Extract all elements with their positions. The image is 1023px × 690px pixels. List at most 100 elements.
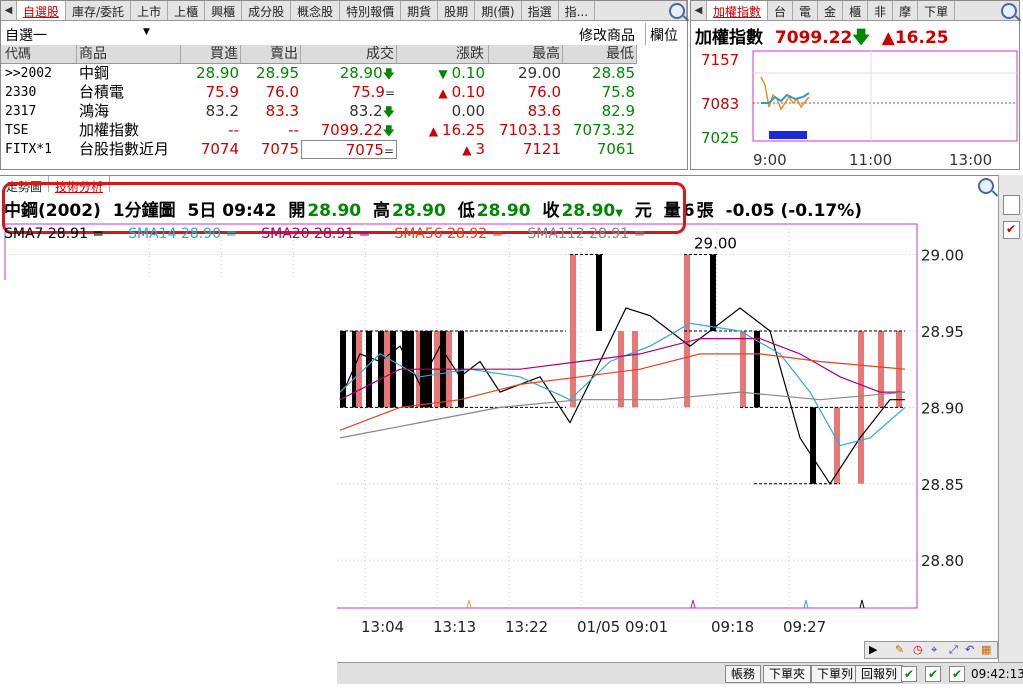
sma-label: SMA7 28.91 = [4,226,105,242]
tab-prev-button[interactable]: ◀ [1,1,17,20]
x-tick-label: 13:13 [433,618,476,636]
header-last[interactable]: 成交 [301,45,397,63]
candle-bar [618,330,624,408]
order-bar-button[interactable]: 下單列 [811,665,860,683]
row-name: 中鋼 [79,64,110,82]
row-change: ▼ 0.10 [397,64,489,83]
candle-bar [878,330,884,408]
header-code[interactable]: 代碼 [1,45,77,63]
checkbox-icon[interactable]: ✔ [901,666,917,682]
report-bar-button[interactable]: 回報列 [855,665,904,683]
row-name: 台股指數近月 [79,140,170,158]
quote-row[interactable]: 2317 鴻海 83.2 83.3 83.2🡇 0.00 83.6 82.9 [1,102,637,121]
row-last: 75.9= [301,83,397,102]
quote-row[interactable]: FITX*1 台股指數近月 7074 7075 7075= ▲ 3 7121 7061 [1,140,637,159]
header-high[interactable]: 最高 [489,45,563,63]
draw-tool-icon[interactable]: ✎ [895,643,904,656]
row-name: 台積電 [79,83,125,101]
row-ask: 28.95 [256,64,299,82]
row-bid: -- [228,121,239,139]
columns-button[interactable]: 欄位 [645,23,678,45]
index-tab[interactable]: 摩 [893,1,919,20]
quote-tab[interactable]: 股期 [438,1,476,20]
row-last-value: 83.2 [349,102,383,120]
quote-tabs: 自選股 庫存/委託 上市 上櫃 興櫃 成分股 概念股 特別報價 期貨 股期 期(價) 指選 指... [17,1,596,20]
flat-icon: = [384,86,395,100]
row-high: 7121 [522,140,561,158]
order-folder-button[interactable]: 下單夾 [763,665,812,683]
arrow-down-icon: 🡇 [852,28,870,48]
header-change[interactable]: 漲跌 [397,45,489,63]
row-last: 28.90🡇 [301,64,397,83]
row-low: 7061 [596,140,635,158]
header-ask[interactable]: 賣出 [241,45,301,63]
index-xtick: 11:00 [849,151,892,169]
zoom-icon[interactable] [1001,3,1017,19]
signal-marker [803,599,809,609]
index-tab[interactable]: 金 [818,1,844,20]
quote-tab[interactable]: 特別報價 [340,1,402,20]
quote-tab[interactable]: 上市 [131,1,169,20]
quote-tab[interactable]: 概念股 [291,1,341,20]
index-tab[interactable]: 加權指數 [707,1,769,20]
row-change-value: 16.25 [442,121,485,139]
row-low: 7073.32 [572,121,635,139]
row-last-value: 7099.22 [320,121,383,139]
checkbox-icon[interactable]: ✔ [1003,221,1020,239]
index-ytick: 7083 [701,95,739,113]
row-code: 2317 [5,104,37,119]
quote-tab[interactable]: 期貨 [401,1,439,20]
row-last-value: 28.90 [339,64,383,82]
clock-icon[interactable]: ◷ [913,643,923,656]
side-tab-button[interactable] [1003,195,1020,215]
group-selector[interactable]: 自選一 ▼ [5,25,155,45]
header-low[interactable]: 最低 [563,45,637,63]
candle-bar [356,330,362,408]
index-tab[interactable]: 櫃 [843,1,869,20]
candle-bar [810,407,816,484]
row-change: ▲ 0.10 [397,83,489,102]
quote-tab[interactable]: 興櫃 [205,1,243,20]
undo-icon[interactable]: ↶ [965,643,974,656]
quote-row[interactable]: >>2002 中鋼 28.90 28.95 28.90🡇 ▼ 0.10 29.00 28.85 [1,64,637,83]
row-bid: 28.90 [196,64,239,82]
quote-tab[interactable]: 庫存/委託 [66,1,132,20]
settings-icon[interactable]: ▦ [981,643,991,656]
zoom-icon[interactable] [669,3,685,19]
header-bid[interactable]: 買進 [181,45,241,63]
quote-row[interactable]: TSE 加權指數 -- -- 7099.22🡇 ▲ 16.25 7103.13 7073.32 [1,121,637,140]
account-button[interactable]: 帳務 [725,665,762,683]
row-bid: 75.9 [205,83,239,101]
crosshair-icon[interactable]: ⌖ [931,643,937,657]
quote-tab[interactable]: 指... [559,1,596,20]
quote-tab[interactable]: 上櫃 [168,1,206,20]
index-tab[interactable]: 非 [868,1,894,20]
checkbox-icon[interactable]: ✔ [925,666,941,682]
candle-bar [384,330,390,408]
technical-chart-panel: 走勢圖 技術分析 29.00 28.95 28.90 28.85 28.80 13:04 13… [0,175,998,690]
tab-prev-button[interactable]: ◀ [691,1,707,20]
fit-icon[interactable]: ⤢ [949,643,958,657]
quote-tab[interactable]: 成分股 [242,1,292,20]
sma-label: SMA20 28.91 = [261,226,371,242]
quote-tab[interactable]: 期(價) [475,1,522,20]
index-tab[interactable]: 電 [793,1,819,20]
header-name[interactable]: 商品 [77,45,181,63]
checkbox-icon[interactable]: ✔ [949,666,965,682]
quote-tab[interactable]: 自選股 [17,1,67,20]
signal-marker [859,599,865,609]
index-tab[interactable]: 下單 [918,1,956,20]
row-high: 29.00 [518,64,561,82]
quote-tab[interactable]: 指選 [522,1,559,20]
scroll-right-icon[interactable]: ▶ [869,643,877,656]
triangle-up-icon: ▲ [462,143,472,157]
edit-items-button[interactable]: 修改商品 [579,25,635,45]
index-tab[interactable]: 台 [768,1,794,20]
row-bid: 7074 [200,140,239,158]
row-ask: -- [288,121,299,139]
row-change-value: 0.00 [451,102,485,120]
chevron-down-icon: ▼ [143,27,150,37]
sma-label: SMA112 28.91 = [527,226,646,242]
row-low: 75.8 [601,83,635,101]
quote-row[interactable]: 2330 台積電 75.9 76.0 75.9= ▲ 0.10 76.0 75.8 [1,83,637,102]
